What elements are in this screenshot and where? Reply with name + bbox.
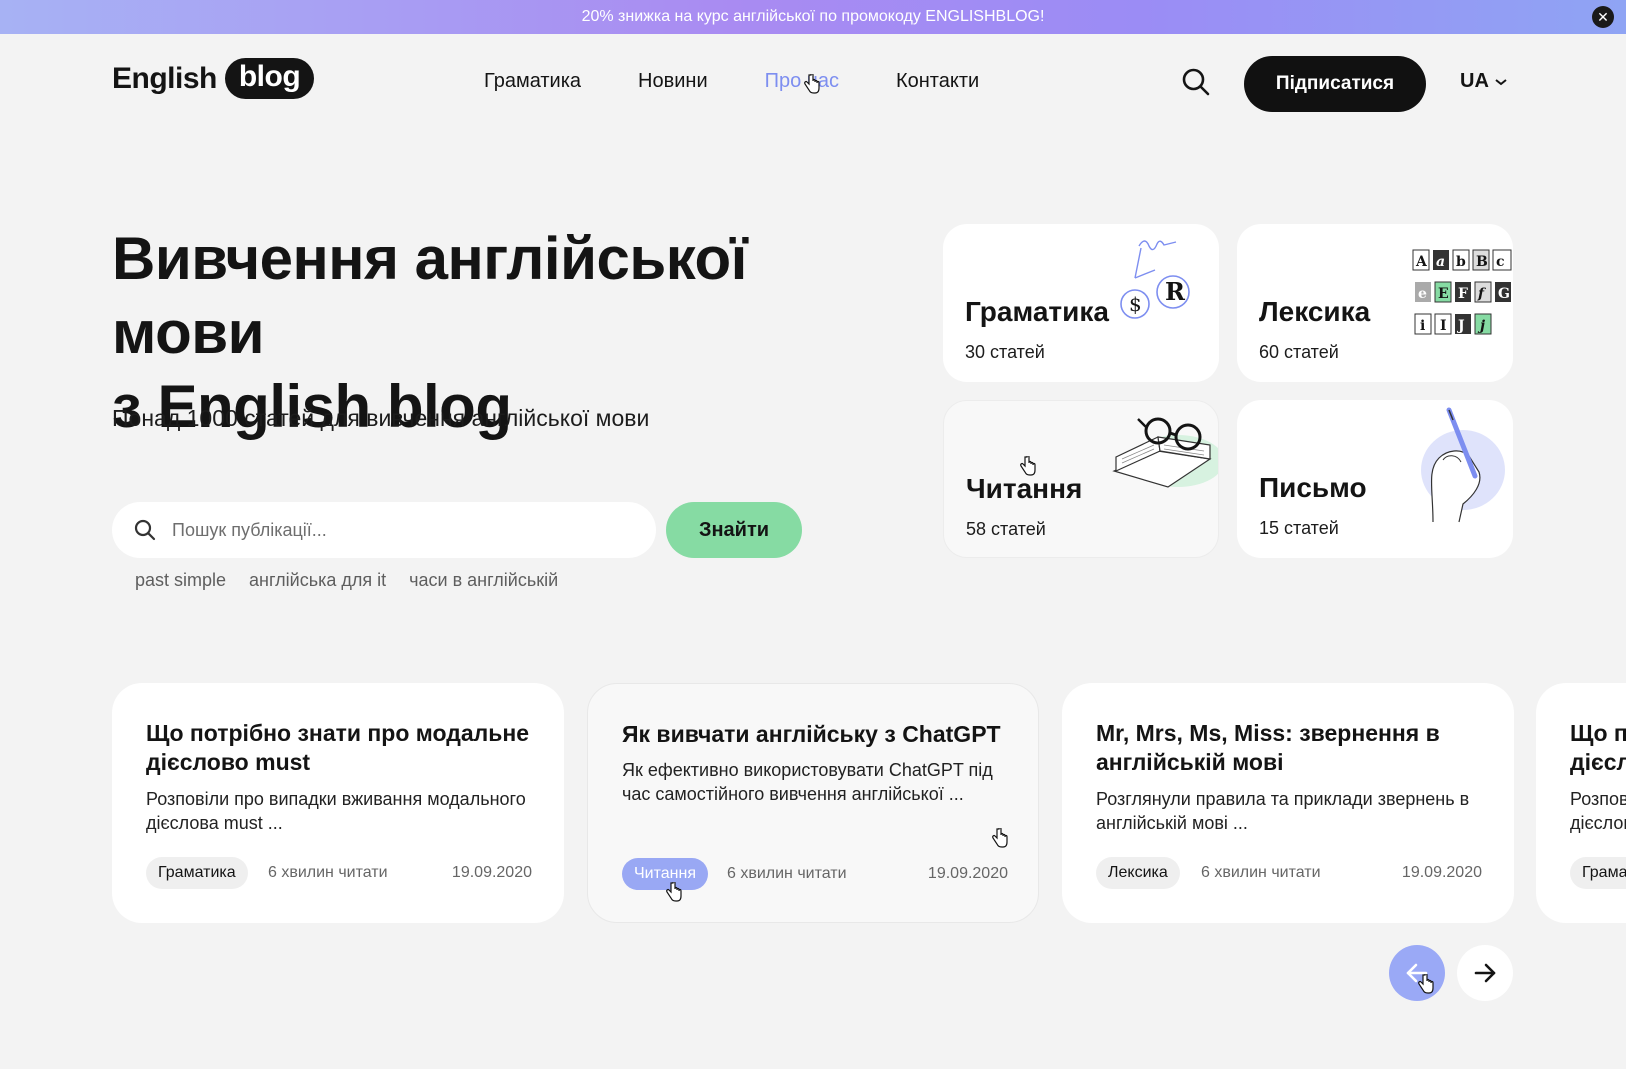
tag-link[interactable]: часи в англійській bbox=[409, 570, 558, 591]
category-count: 60 статей bbox=[1259, 342, 1339, 362]
read-time: 6 хвилин читати bbox=[1201, 864, 1321, 881]
article-date: 19.09.2020 bbox=[927, 865, 1008, 882]
carousel-prev-button[interactable] bbox=[1389, 945, 1445, 1001]
language-selector[interactable]: UA bbox=[1460, 70, 1509, 93]
language-label: UA bbox=[1460, 70, 1489, 92]
category-count: 30 статей bbox=[965, 342, 1045, 362]
category-card-writing[interactable]: Письмо 15 статей bbox=[1237, 400, 1513, 558]
svg-text:E: E bbox=[1438, 286, 1449, 302]
article-meta: Граматика 6 хвилин читати 19.09.2020 bbox=[146, 857, 532, 889]
article-card[interactable]: Що потрібно знати про модальне дієслово … bbox=[112, 683, 564, 923]
svg-text:c: c bbox=[1496, 254, 1505, 270]
find-button[interactable]: Знайти bbox=[666, 502, 802, 558]
arrow-right-icon bbox=[1474, 963, 1496, 983]
page-subtitle: Понад 1000 статей для вивчення англійськ… bbox=[112, 405, 650, 431]
read-time: 6 хвилин читати bbox=[268, 864, 388, 881]
tag-link[interactable]: past simple bbox=[135, 570, 226, 591]
nav-item-contacts[interactable]: Контакти bbox=[896, 70, 979, 93]
article-card[interactable]: Mr, Mrs, Ms, Miss: звернення в англійськ… bbox=[1062, 683, 1514, 923]
svg-text:a: a bbox=[1436, 254, 1445, 270]
article-title: Як вивчати англійську з ChatGPT bbox=[622, 721, 1001, 747]
nav-item-news[interactable]: Новини bbox=[638, 70, 708, 93]
book-glasses-illustration-icon bbox=[1112, 417, 1218, 488]
svg-text:G: G bbox=[1498, 286, 1510, 302]
article-title: Що потрібно знати про модальне дієслово … bbox=[1570, 720, 1626, 775]
article-description: Розглянули правила та приклади звернень … bbox=[1096, 789, 1470, 833]
search-icon[interactable] bbox=[1180, 66, 1212, 98]
svg-text:R: R bbox=[1165, 277, 1186, 306]
svg-text:A: A bbox=[1415, 254, 1428, 270]
svg-text:b: b bbox=[1456, 254, 1466, 270]
article-card[interactable]: Як вивчати англійську з ChatGPT Як ефект… bbox=[587, 683, 1039, 923]
category-count: 15 статей bbox=[1259, 518, 1339, 538]
page-title-line1: Вивчення англійської мови bbox=[112, 225, 747, 366]
article-meta: Граматика bbox=[1570, 857, 1626, 889]
nav-item-grammar[interactable]: Граматика bbox=[484, 70, 581, 93]
logo-text: English bbox=[112, 61, 217, 95]
promo-banner: 20% знижка на курс англійської по промок… bbox=[0, 0, 1626, 34]
category-title: Письмо bbox=[1259, 472, 1367, 503]
svg-text:e: e bbox=[1418, 286, 1427, 302]
article-meta: Лексика 6 хвилин читати 19.09.2020 bbox=[1096, 857, 1482, 889]
logo[interactable]: English blog bbox=[112, 58, 315, 99]
nav-item-about[interactable]: Про нас bbox=[765, 70, 839, 93]
search-input[interactable] bbox=[172, 519, 612, 541]
search-field-wrapper bbox=[112, 502, 656, 558]
article-card-partial[interactable]: Що потрібно знати про модальне дієслово … bbox=[1536, 683, 1626, 923]
article-description: Розповіли про випадки вживання модальног… bbox=[146, 789, 526, 833]
svg-text:i: i bbox=[1420, 318, 1425, 334]
category-title: Читання bbox=[966, 473, 1083, 504]
grammar-illustration-icon: $ R bbox=[1120, 240, 1190, 319]
category-badge[interactable]: Лексика bbox=[1096, 857, 1180, 889]
article-title: Що потрібно знати про модальне дієслово … bbox=[146, 720, 530, 775]
category-title: Лексика bbox=[1259, 296, 1371, 327]
article-description: Як ефективно використовувати ChatGPT під… bbox=[622, 760, 993, 804]
main-nav: Граматика Новини Про нас Контакти bbox=[484, 70, 979, 93]
carousel-next-button[interactable] bbox=[1457, 945, 1513, 1001]
read-time: 6 хвилин читати bbox=[727, 865, 847, 882]
category-badge[interactable]: Граматика bbox=[1570, 857, 1626, 889]
tag-link[interactable]: англійська для it bbox=[249, 570, 386, 591]
article-date: 19.09.2020 bbox=[1401, 864, 1482, 881]
logo-pill: blog bbox=[224, 58, 315, 99]
article-title: Mr, Mrs, Ms, Miss: звернення в англійськ… bbox=[1096, 720, 1440, 775]
svg-text:B: B bbox=[1476, 254, 1488, 270]
header: English blog Граматика Новини Про нас Ко… bbox=[0, 34, 1626, 134]
category-count: 58 статей bbox=[966, 519, 1046, 539]
category-badge[interactable]: Граматика bbox=[146, 857, 248, 889]
category-title: Граматика bbox=[965, 296, 1109, 327]
arrow-left-icon bbox=[1406, 963, 1428, 983]
chevron-down-icon bbox=[1495, 78, 1507, 85]
category-badge[interactable]: Читання bbox=[622, 858, 708, 890]
letters-illustration-icon: A a b B c e E F f G i I J j bbox=[1412, 249, 1512, 335]
hand-pen-illustration-icon bbox=[1421, 407, 1505, 523]
category-card-grammar[interactable]: $ R Граматика 30 статей bbox=[943, 224, 1219, 382]
category-card-vocabulary[interactable]: A a b B c e E F f G i I J j Лексика 60 с… bbox=[1237, 224, 1513, 382]
svg-text:I: I bbox=[1440, 318, 1447, 334]
subscribe-button[interactable]: Підписатися bbox=[1244, 56, 1426, 112]
popular-tags: past simple англійська для it часи в анг… bbox=[135, 570, 558, 591]
close-icon[interactable]: ✕ bbox=[1592, 6, 1614, 28]
svg-text:$: $ bbox=[1129, 292, 1142, 316]
search-icon bbox=[134, 519, 156, 541]
article-date: 19.09.2020 bbox=[451, 864, 532, 881]
article-description: Розповіли про випадки вживання модальног… bbox=[1570, 789, 1626, 833]
article-meta: Читання 6 хвилин читати 19.09.2020 bbox=[622, 858, 1008, 890]
category-card-reading[interactable]: Читання 58 статей bbox=[943, 400, 1219, 558]
promo-text: 20% знижка на курс англійської по промок… bbox=[581, 8, 1045, 25]
svg-text:J: J bbox=[1456, 318, 1465, 334]
svg-text:F: F bbox=[1458, 286, 1468, 302]
